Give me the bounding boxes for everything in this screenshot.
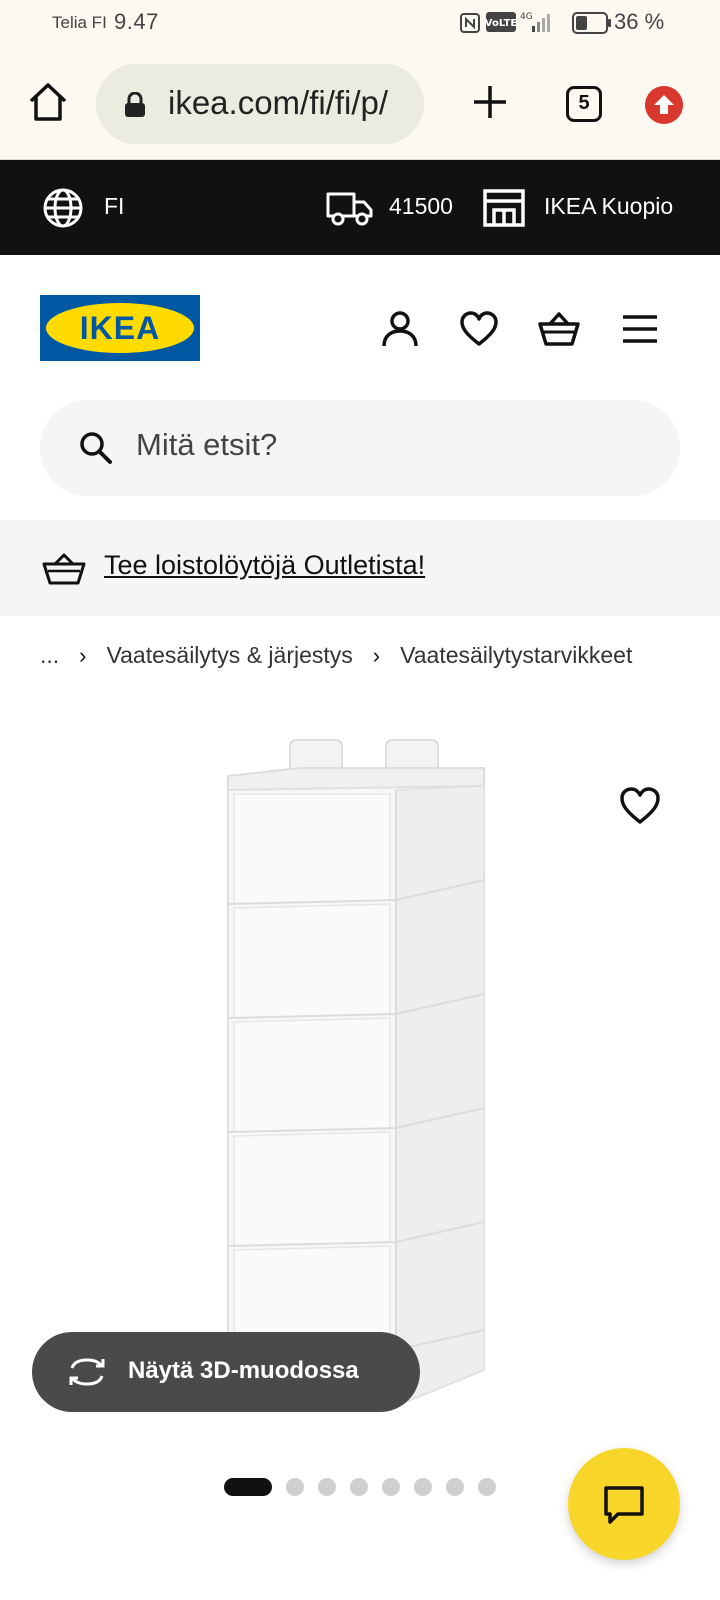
outlet-link[interactable]: Tee loistolöytöjä Outletista! bbox=[104, 550, 425, 581]
hamburger-menu-icon[interactable] bbox=[619, 308, 661, 350]
carousel-dot[interactable] bbox=[318, 1478, 336, 1496]
tab-switcher-button[interactable]: 5 bbox=[566, 86, 602, 122]
truck-icon[interactable] bbox=[326, 190, 374, 226]
lock-icon bbox=[125, 92, 145, 117]
product-image-gallery[interactable]: Näytä 3D-muodossa bbox=[0, 700, 720, 1460]
battery-icon bbox=[572, 12, 611, 34]
view-3d-button[interactable]: Näytä 3D-muodossa bbox=[32, 1332, 420, 1412]
store-info-strip: FI 41500 IKEA Kuopio bbox=[0, 160, 720, 255]
breadcrumb-item-storage-accessories[interactable]: Vaatesäilytystarvikkeet bbox=[400, 642, 632, 669]
image-carousel-indicator bbox=[224, 1478, 496, 1496]
new-tab-icon[interactable] bbox=[468, 80, 512, 124]
rotate-3d-icon bbox=[69, 1358, 105, 1386]
ikea-logo[interactable]: IKEA bbox=[40, 295, 200, 361]
clock: 9.47 bbox=[114, 9, 159, 34]
carousel-dot[interactable] bbox=[224, 1478, 272, 1496]
url-text: ikea.com/fi/fi/p/ bbox=[168, 84, 389, 121]
search-input[interactable]: Mitä etsit? bbox=[40, 400, 680, 496]
svg-text:4G: 4G bbox=[520, 12, 533, 22]
volte-icon: VoLTE bbox=[486, 12, 516, 32]
nfc-icon bbox=[460, 13, 480, 33]
battery-percent: 36 % bbox=[614, 9, 665, 34]
view-3d-label: Näytä 3D-muodossa bbox=[128, 1357, 359, 1384]
carrier-label: Telia FI bbox=[52, 13, 107, 32]
store-icon[interactable] bbox=[482, 188, 526, 228]
breadcrumb: ... › Vaatesäilytys & järjestys › Vaates… bbox=[40, 642, 632, 669]
browser-toolbar: ikea.com/fi/fi/p/ 5 bbox=[0, 46, 720, 160]
breadcrumb-item-clothes-storage[interactable]: Vaatesäilytys & järjestys bbox=[107, 642, 353, 669]
carousel-dot[interactable] bbox=[286, 1478, 304, 1496]
postal-code[interactable]: 41500 bbox=[389, 193, 453, 220]
address-bar[interactable]: ikea.com/fi/fi/p/ bbox=[96, 64, 424, 144]
carousel-dot[interactable] bbox=[382, 1478, 400, 1496]
update-icon[interactable] bbox=[645, 86, 683, 124]
chat-button[interactable] bbox=[568, 1448, 680, 1560]
outlet-promo-banner: Tee loistolöytöjä Outletista! bbox=[0, 520, 720, 616]
favorite-icon[interactable] bbox=[618, 784, 662, 828]
carousel-dot[interactable] bbox=[350, 1478, 368, 1496]
chevron-right-icon: › bbox=[372, 642, 381, 668]
search-placeholder: Mitä etsit? bbox=[136, 427, 278, 462]
chevron-right-icon: › bbox=[79, 642, 87, 668]
shopping-bag-icon[interactable] bbox=[538, 308, 580, 350]
chat-icon bbox=[604, 1486, 644, 1524]
store-selector[interactable]: IKEA Kuopio bbox=[544, 193, 673, 220]
language-selector[interactable]: FI bbox=[104, 193, 124, 220]
breadcrumb-item-ellipsis[interactable]: ... bbox=[40, 642, 59, 669]
carousel-dot[interactable] bbox=[478, 1478, 496, 1496]
home-icon[interactable] bbox=[26, 80, 70, 124]
carousel-dot[interactable] bbox=[414, 1478, 432, 1496]
shopping-bag-icon bbox=[42, 553, 86, 585]
svg-text:VoLTE: VoLTE bbox=[486, 18, 516, 29]
user-icon[interactable] bbox=[379, 308, 421, 350]
signal-icon: 4G bbox=[520, 12, 550, 32]
status-bar: Telia FI 9.47 VoLTE 4G 36 % bbox=[0, 0, 720, 46]
search-icon bbox=[80, 432, 112, 464]
globe-icon[interactable] bbox=[42, 187, 84, 229]
wishlist-icon[interactable] bbox=[458, 308, 500, 350]
svg-text:IKEA: IKEA bbox=[80, 310, 160, 346]
carousel-dot[interactable] bbox=[446, 1478, 464, 1496]
